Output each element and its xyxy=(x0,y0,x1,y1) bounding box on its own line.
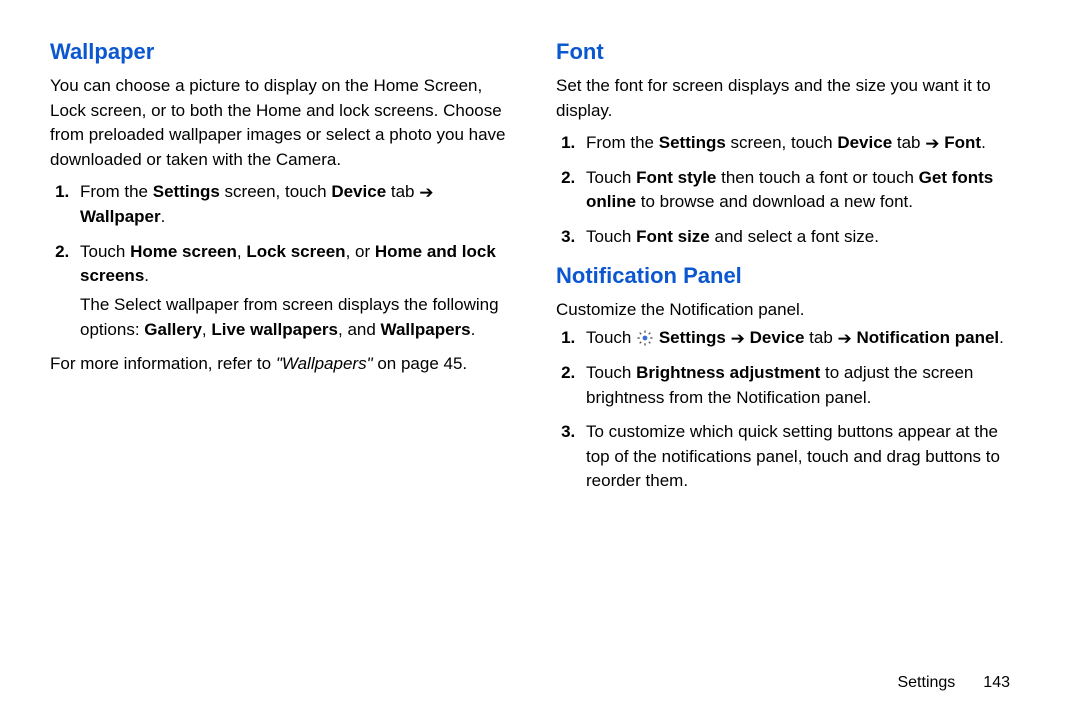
np-steps: Touch Settings ➔ Device tab ➔ Notificati… xyxy=(574,326,1022,494)
heading-font: Font xyxy=(556,36,1022,68)
font-steps: From the Settings screen, touch Device t… xyxy=(574,131,1022,250)
wallpaper-step-2: Touch Home screen, Lock screen, or Home … xyxy=(74,240,516,343)
footer-section: Settings xyxy=(897,674,955,691)
arrow-icon: ➔ xyxy=(838,327,852,352)
arrow-icon: ➔ xyxy=(925,132,939,157)
gear-icon xyxy=(636,329,654,347)
wallpaper-intro: You can choose a picture to display on t… xyxy=(50,74,516,173)
np-step-1: Touch Settings ➔ Device tab ➔ Notificati… xyxy=(580,326,1022,351)
heading-notification-panel: Notification Panel xyxy=(556,260,1022,292)
footer-page-number: 143 xyxy=(983,674,1010,691)
page-footer: Settings 143 xyxy=(897,671,1010,694)
np-intro: Customize the Notification panel. xyxy=(556,298,1022,323)
font-intro: Set the font for screen displays and the… xyxy=(556,74,1022,123)
wallpaper-steps: From the Settings screen, touch Device t… xyxy=(68,180,516,342)
column-left: Wallpaper You can choose a picture to di… xyxy=(50,36,516,504)
wallpaper-step-2-sub: The Select wallpaper from screen display… xyxy=(80,293,516,342)
wallpaper-reference: For more information, refer to "Wallpape… xyxy=(50,352,516,377)
arrow-icon: ➔ xyxy=(731,327,745,352)
np-step-2: Touch Brightness adjustment to adjust th… xyxy=(580,361,1022,410)
wallpaper-step-1: From the Settings screen, touch Device t… xyxy=(74,180,516,229)
font-step-3: Touch Font size and select a font size. xyxy=(580,225,1022,250)
manual-page: Wallpaper You can choose a picture to di… xyxy=(0,0,1080,534)
font-step-1: From the Settings screen, touch Device t… xyxy=(580,131,1022,156)
heading-wallpaper: Wallpaper xyxy=(50,36,516,68)
np-step-3: To customize which quick setting buttons… xyxy=(580,420,1022,494)
arrow-icon: ➔ xyxy=(419,181,433,206)
font-step-2: Touch Font style then touch a font or to… xyxy=(580,166,1022,215)
column-right: Font Set the font for screen displays an… xyxy=(556,36,1022,504)
